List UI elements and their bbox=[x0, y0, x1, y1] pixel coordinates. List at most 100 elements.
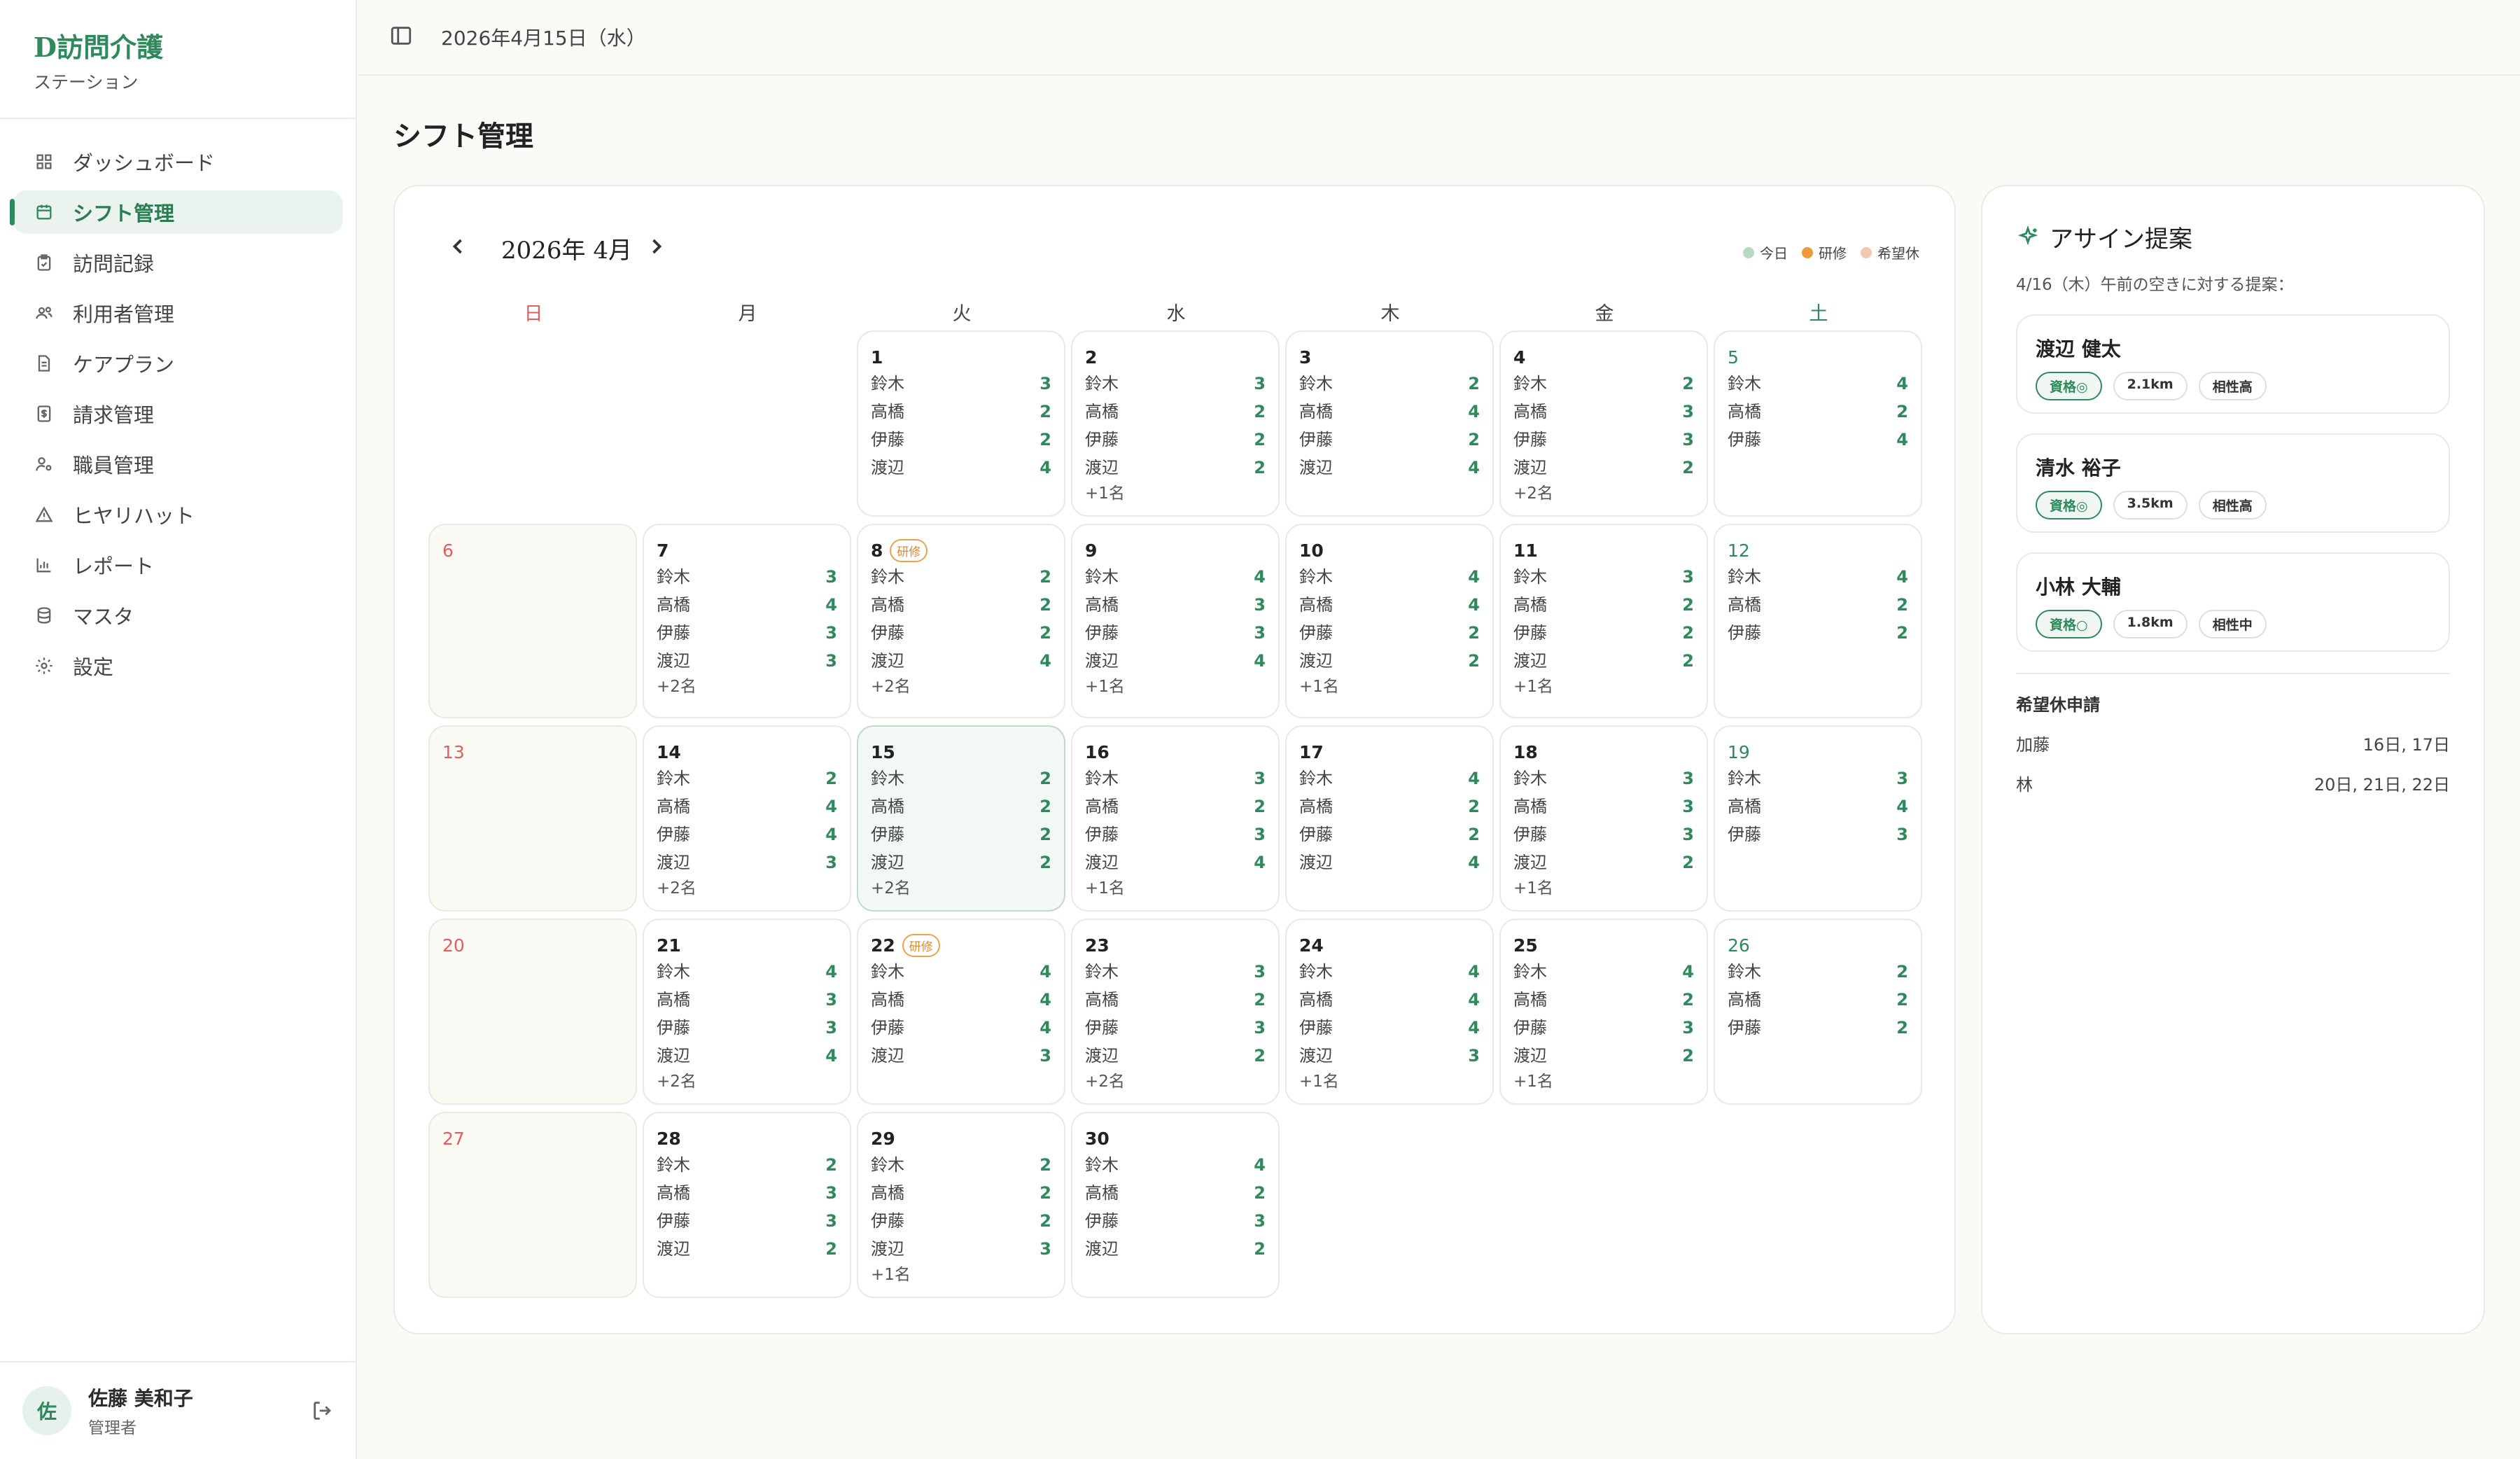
distance-chip: 2.1km bbox=[2113, 372, 2188, 400]
leave-request-row: 加藤 16日, 17日 bbox=[2016, 731, 2450, 755]
staff-name: 伊藤 bbox=[1728, 430, 1761, 449]
staff-name: 高橋 bbox=[1299, 595, 1333, 615]
candidate-card[interactable]: 小林 大輔 資格○ 1.8km 相性中 bbox=[2016, 552, 2450, 652]
calendar-day[interactable]: 3 鈴木 2 高橋 4 伊藤 2 渡辺 4 bbox=[1285, 330, 1494, 517]
training-badge: 研修 bbox=[890, 538, 928, 562]
day-number: 18 bbox=[1513, 739, 1694, 765]
calendar-day[interactable]: 28 鈴木 2 高橋 3 伊藤 3 渡辺 2 bbox=[643, 1112, 851, 1298]
calendar-day[interactable]: 2 鈴木 3 高橋 2 伊藤 2 渡辺 2 +1名 bbox=[1071, 330, 1280, 517]
legend-item: 今日 bbox=[1743, 242, 1788, 263]
staff-count: 2 bbox=[1040, 1155, 1051, 1175]
calendar-day[interactable]: 27 bbox=[428, 1112, 637, 1298]
staff-row: 伊藤 2 bbox=[1085, 426, 1266, 454]
staff-name: 高橋 bbox=[1299, 990, 1333, 1010]
legend-item: 研修 bbox=[1802, 242, 1847, 263]
staff-row: 高橋 2 bbox=[1085, 1179, 1266, 1207]
sidebar-item-0[interactable]: ダッシュボード bbox=[13, 140, 343, 183]
staff-count: 3 bbox=[825, 1183, 837, 1203]
staff-row: 渡辺 3 bbox=[657, 647, 837, 675]
calendar-day[interactable]: 9 鈴木 4 高橋 3 伊藤 3 渡辺 4 +1名 bbox=[1071, 524, 1280, 718]
staff-name: 渡辺 bbox=[1085, 458, 1119, 477]
calendar-day[interactable]: 29 鈴木 2 高橋 2 伊藤 2 渡辺 3 +1名 bbox=[857, 1112, 1065, 1298]
calendar-day[interactable]: 20 bbox=[428, 919, 637, 1105]
sidebar-item-label: 訪問記録 bbox=[73, 252, 155, 276]
staff-name: 渡辺 bbox=[1299, 1046, 1333, 1066]
sidebar-item-label: 職員管理 bbox=[73, 454, 155, 477]
sidebar-item-6[interactable]: 職員管理 bbox=[13, 442, 343, 486]
sidebar-item-10[interactable]: 設定 bbox=[13, 644, 343, 687]
staff-name: 鈴木 bbox=[871, 1155, 904, 1175]
weekday-header: 土 bbox=[1809, 303, 1828, 325]
sidebar-item-8[interactable]: レポート bbox=[13, 543, 343, 587]
staff-name: 渡辺 bbox=[871, 651, 904, 671]
sidebar-item-3[interactable]: 利用者管理 bbox=[13, 291, 343, 335]
staff-count: 2 bbox=[1896, 623, 1908, 643]
more-staff: +2名 bbox=[871, 678, 911, 696]
calendar-day[interactable]: 11 鈴木 3 高橋 2 伊藤 2 渡辺 2 +1名 bbox=[1499, 524, 1708, 718]
staff-count: 2 bbox=[1468, 825, 1480, 844]
sidebar-toggle-icon[interactable] bbox=[389, 24, 413, 50]
sidebar-item-label: ヒヤリハット bbox=[73, 504, 195, 528]
more-staff: +2名 bbox=[1513, 484, 1553, 503]
calendar-day[interactable]: 18 鈴木 3 高橋 3 伊藤 3 渡辺 2 +1名 bbox=[1499, 725, 1708, 912]
calendar-day[interactable]: 26 鈴木 2 高橋 2 伊藤 2 bbox=[1714, 919, 1922, 1105]
staff-row: 渡辺 4 bbox=[1085, 849, 1266, 877]
calendar-day[interactable]: 13 bbox=[428, 725, 637, 912]
calendar-day[interactable]: 8 研修 鈴木 2 高橋 2 伊藤 2 渡辺 4 +2名 bbox=[857, 524, 1065, 718]
calendar-day[interactable]: 5 鈴木 4 高橋 2 伊藤 4 bbox=[1714, 330, 1922, 517]
calendar-day[interactable]: 22 研修 鈴木 4 高橋 4 伊藤 4 渡辺 3 bbox=[857, 919, 1065, 1105]
next-month-button[interactable] bbox=[644, 234, 672, 262]
sidebar-item-4[interactable]: ケアプラン bbox=[13, 342, 343, 385]
staff-count: 2 bbox=[1896, 402, 1908, 421]
staff-name: 鈴木 bbox=[1728, 567, 1761, 587]
calendar-day[interactable]: 6 bbox=[428, 524, 637, 718]
calendar-day[interactable]: 15 鈴木 2 高橋 2 伊藤 2 渡辺 2 +2名 bbox=[857, 725, 1065, 912]
sidebar-item-label: ダッシュボード bbox=[73, 151, 216, 175]
brand-subtitle: ステーション bbox=[34, 72, 139, 92]
calendar-day[interactable]: 10 鈴木 4 高橋 4 伊藤 2 渡辺 2 +1名 bbox=[1285, 524, 1494, 718]
staff-count: 3 bbox=[1682, 1018, 1694, 1038]
staff-row: 高橋 2 bbox=[1085, 793, 1266, 821]
calendar-day[interactable]: 16 鈴木 3 高橋 2 伊藤 3 渡辺 4 +1名 bbox=[1071, 725, 1280, 912]
calendar-day[interactable]: 1 鈴木 3 高橋 2 伊藤 2 渡辺 4 bbox=[857, 330, 1065, 517]
brand: D訪問介護 ステーション bbox=[0, 0, 356, 119]
calendar-day[interactable]: 21 鈴木 4 高橋 3 伊藤 3 渡辺 4 +2名 bbox=[643, 919, 851, 1105]
calendar-day[interactable]: 17 鈴木 4 高橋 2 伊藤 2 渡辺 4 bbox=[1285, 725, 1494, 912]
staff-name: 渡辺 bbox=[657, 1046, 690, 1066]
calendar-day[interactable]: 30 鈴木 4 高橋 2 伊藤 3 渡辺 2 bbox=[1071, 1112, 1280, 1298]
staff-row: 渡辺 2 bbox=[1513, 1042, 1694, 1070]
prev-month-button[interactable] bbox=[445, 234, 473, 262]
candidate-card[interactable]: 渡辺 健太 資格◎ 2.1km 相性高 bbox=[2016, 314, 2450, 414]
calendar-day[interactable]: 19 鈴木 3 高橋 4 伊藤 3 bbox=[1714, 725, 1922, 912]
staff-name: 高橋 bbox=[1728, 990, 1761, 1010]
sidebar-item-5[interactable]: 請求管理 bbox=[13, 392, 343, 435]
staff-name: 鈴木 bbox=[1299, 962, 1333, 982]
staff-name: 高橋 bbox=[1513, 797, 1547, 816]
gear-icon bbox=[34, 655, 55, 676]
staff-row: 伊藤 4 bbox=[1299, 1014, 1480, 1042]
staff-name: 高橋 bbox=[657, 595, 690, 615]
calendar-day[interactable]: 7 鈴木 3 高橋 4 伊藤 3 渡辺 3 +2名 bbox=[643, 524, 851, 718]
staff-row: 渡辺 2 bbox=[1085, 1042, 1266, 1070]
staff-row: 伊藤 2 bbox=[1728, 619, 1908, 647]
staff-name: 高橋 bbox=[1728, 595, 1761, 615]
sidebar-item-1[interactable]: シフト管理 bbox=[10, 190, 343, 234]
staff-count: 3 bbox=[1040, 1046, 1051, 1066]
sidebar-item-7[interactable]: ヒヤリハット bbox=[13, 493, 343, 536]
calendar-day[interactable]: 24 鈴木 4 高橋 4 伊藤 4 渡辺 3 +1名 bbox=[1285, 919, 1494, 1105]
calendar-day[interactable]: 25 鈴木 4 高橋 2 伊藤 3 渡辺 2 +1名 bbox=[1499, 919, 1708, 1105]
staff-row: 伊藤 4 bbox=[1728, 426, 1908, 454]
calendar-day[interactable]: 14 鈴木 2 高橋 4 伊藤 4 渡辺 3 +2名 bbox=[643, 725, 851, 912]
staff-icon bbox=[34, 454, 55, 475]
sidebar-item-9[interactable]: マスタ bbox=[13, 594, 343, 637]
staff-name: 鈴木 bbox=[1085, 1155, 1119, 1175]
candidate-card[interactable]: 清水 裕子 資格◎ 3.5km 相性高 bbox=[2016, 433, 2450, 533]
calendar-day[interactable]: 12 鈴木 4 高橋 2 伊藤 2 bbox=[1714, 524, 1922, 718]
staff-count: 3 bbox=[1682, 430, 1694, 449]
qualification-chip: 資格◎ bbox=[2036, 491, 2102, 519]
staff-name: 高橋 bbox=[1085, 797, 1119, 816]
sidebar-item-2[interactable]: 訪問記録 bbox=[13, 241, 343, 284]
calendar-day[interactable]: 4 鈴木 2 高橋 3 伊藤 3 渡辺 2 +2名 bbox=[1499, 330, 1708, 517]
logout-icon[interactable] bbox=[311, 1399, 335, 1423]
calendar-day[interactable]: 23 鈴木 3 高橋 2 伊藤 3 渡辺 2 +2名 bbox=[1071, 919, 1280, 1105]
